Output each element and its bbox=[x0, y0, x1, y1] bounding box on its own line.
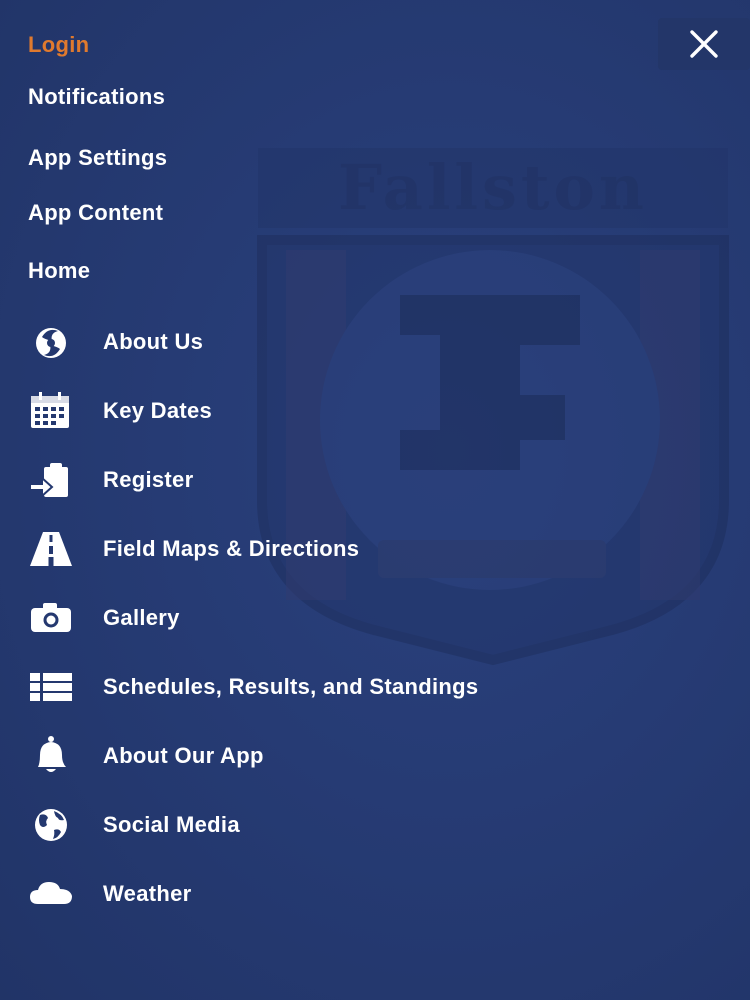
menu-item-label: About Our App bbox=[103, 743, 264, 768]
menu-item-app-settings[interactable]: App Settings bbox=[28, 145, 167, 171]
menu-item-key-dates[interactable]: Key Dates bbox=[28, 388, 708, 434]
menu-item-label: Social Media bbox=[103, 812, 240, 837]
globe-icon bbox=[28, 802, 74, 848]
camera-icon bbox=[28, 595, 74, 641]
menu-item-notifications[interactable]: Notifications bbox=[28, 84, 165, 110]
menu-item-about-our-app[interactable]: About Our App bbox=[28, 733, 708, 779]
menu-item-label: Schedules, Results, and Standings bbox=[103, 674, 479, 699]
menu-item-field-maps[interactable]: Field Maps & Directions bbox=[28, 526, 708, 572]
menu-item-label: About Us bbox=[103, 329, 204, 354]
menu-item-label: Register bbox=[103, 467, 194, 492]
calendar-icon bbox=[28, 388, 74, 434]
menu-item-label: Key Dates bbox=[103, 398, 213, 423]
side-menu-screen: Fallston Login Notifications App Setting… bbox=[0, 0, 750, 1000]
menu-item-register[interactable]: Register bbox=[28, 457, 708, 503]
menu-item-schedules[interactable]: Schedules, Results, and Standings bbox=[28, 664, 708, 710]
menu-item-app-content[interactable]: App Content bbox=[28, 200, 163, 226]
flame-icon bbox=[28, 319, 74, 365]
clipboard-icon bbox=[28, 457, 74, 503]
menu-item-home[interactable]: Home bbox=[28, 258, 90, 284]
menu-item-label: Field Maps & Directions bbox=[103, 536, 360, 561]
menu-item-gallery[interactable]: Gallery bbox=[28, 595, 708, 641]
menu-item-weather[interactable]: Weather bbox=[28, 871, 708, 917]
menu-item-social-media[interactable]: Social Media bbox=[28, 802, 708, 848]
bell-icon bbox=[28, 733, 74, 779]
login-link[interactable]: Login bbox=[28, 32, 89, 58]
list-icon bbox=[28, 664, 74, 710]
crest-wordmark: Fallston bbox=[338, 151, 648, 224]
close-icon bbox=[690, 30, 718, 58]
road-icon bbox=[28, 526, 74, 572]
cloud-icon bbox=[28, 871, 74, 917]
menu-item-label: Gallery bbox=[103, 605, 180, 630]
menu-item-about-us[interactable]: About Us bbox=[28, 319, 708, 365]
menu-item-label: Weather bbox=[103, 881, 192, 906]
close-button[interactable] bbox=[658, 18, 750, 70]
